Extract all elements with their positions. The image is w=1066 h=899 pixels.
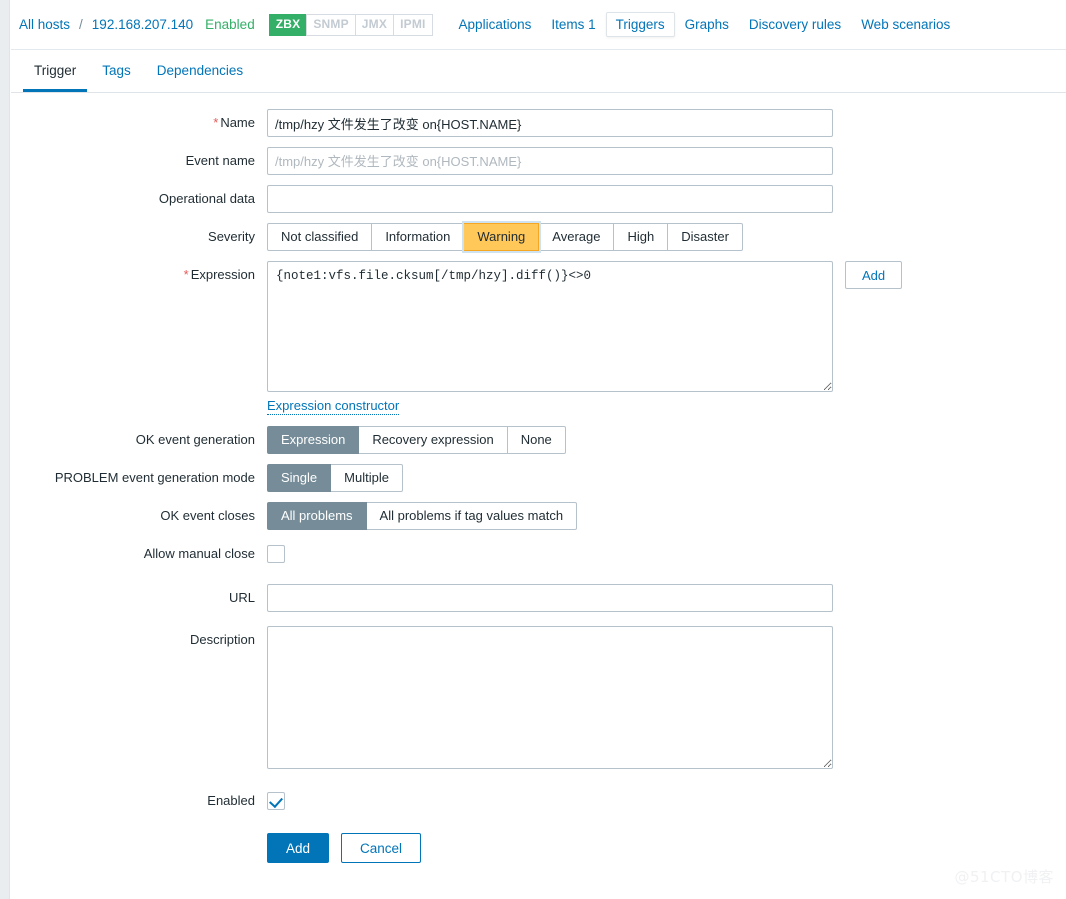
row-event-name: Event name [11, 147, 1066, 175]
problem-event-generation-mode-selector: Single Multiple [267, 464, 403, 492]
label-ok-event-closes: OK event closes [160, 508, 255, 523]
ok-event-closes-option-tag-values-match[interactable]: All problems if tag values match [366, 502, 578, 530]
severity-selector: Not classified Information Warning Avera… [267, 223, 743, 251]
row-ok-event-closes: OK event closes All problems All problem… [11, 502, 1066, 530]
description-textarea[interactable] [267, 626, 833, 769]
form-tabs: Trigger Tags Dependencies [11, 50, 1066, 93]
label-description: Description [189, 632, 255, 647]
expression-add-button[interactable]: Add [845, 261, 903, 289]
expression-constructor-link[interactable]: Expression constructor [267, 398, 400, 415]
problem-event-mode-option-single[interactable]: Single [267, 464, 332, 492]
ok-event-generation-option-recovery-expression[interactable]: Recovery expression [359, 426, 508, 454]
expression-textarea[interactable] [267, 261, 833, 392]
ok-event-closes-selector: All problems All problems if tag values … [267, 502, 578, 530]
breadcrumb-host[interactable]: 192.168.207.140 [90, 13, 195, 36]
url-input[interactable] [267, 584, 833, 612]
nav-tab-graphs[interactable]: Graphs [675, 12, 739, 37]
label-expression: * Expression [183, 267, 255, 282]
row-expression-constructor: Expression constructor [11, 398, 1066, 415]
severity-option-not-classified[interactable]: Not classified [267, 223, 373, 251]
label-event-name: Event name [185, 153, 255, 168]
breadcrumb-separator: / [79, 17, 83, 32]
row-form-actions: Add Cancel [11, 815, 1066, 863]
nav-tab-web-scenarios[interactable]: Web scenarios [851, 12, 960, 37]
label-name: * Name [213, 115, 255, 130]
tab-trigger[interactable]: Trigger [23, 63, 88, 92]
label-problem-event-generation-mode: PROBLEM event generation mode [54, 470, 255, 485]
name-input[interactable] [267, 109, 833, 137]
label-ok-event-generation: OK event generation [135, 432, 255, 447]
entity-nav-tabs: Applications Items 1 Triggers Graphs Dis… [449, 12, 961, 37]
label-operational-data: Operational data [158, 191, 255, 206]
page-container: All hosts / 192.168.207.140 Enabled ZBX … [11, 0, 1066, 899]
ok-event-generation-option-none[interactable]: None [507, 426, 566, 454]
required-marker-expression: * [183, 267, 189, 282]
left-gutter [0, 0, 10, 899]
row-ok-event-generation: OK event generation Expression Recovery … [11, 426, 1066, 454]
ok-event-generation-selector: Expression Recovery expression None [267, 426, 566, 454]
row-allow-manual-close: Allow manual close [11, 540, 1066, 568]
severity-option-information[interactable]: Information [372, 223, 465, 251]
badge-snmp[interactable]: SNMP [306, 13, 356, 36]
tab-tags[interactable]: Tags [91, 63, 142, 92]
ok-event-generation-option-expression[interactable]: Expression [267, 426, 360, 454]
watermark: @51CTO博客 [954, 868, 1054, 886]
event-name-input[interactable] [267, 147, 833, 175]
interface-badges: ZBX SNMP JMX IPMI [268, 13, 433, 36]
row-description: Description [11, 626, 1066, 769]
label-enabled: Enabled [207, 793, 255, 808]
badge-jmx[interactable]: JMX [354, 13, 395, 36]
nav-tab-discovery-rules[interactable]: Discovery rules [739, 12, 851, 37]
label-url: URL [228, 590, 255, 605]
badge-ipmi[interactable]: IPMI [393, 13, 433, 36]
severity-option-warning[interactable]: Warning [464, 223, 540, 251]
tab-dependencies[interactable]: Dependencies [146, 63, 254, 92]
severity-option-high[interactable]: High [614, 223, 669, 251]
problem-event-mode-option-multiple[interactable]: Multiple [331, 464, 403, 492]
trigger-form: *Name Event name Operational data Severi… [11, 93, 1066, 863]
top-navigation-bar: All hosts / 192.168.207.140 Enabled ZBX … [11, 0, 1066, 50]
row-operational-data: Operational data [11, 185, 1066, 213]
submit-button[interactable]: Add [267, 833, 330, 863]
row-problem-event-generation-mode: PROBLEM event generation mode Single Mul… [11, 464, 1066, 492]
row-severity: Severity Not classified Information Warn… [11, 223, 1066, 251]
allow-manual-close-checkbox[interactable] [267, 545, 285, 563]
enabled-checkbox[interactable] [267, 792, 285, 810]
ok-event-closes-option-all-problems[interactable]: All problems [267, 502, 367, 530]
label-spacer-constructor [11, 398, 267, 415]
row-url: URL [11, 584, 1066, 612]
operational-data-input[interactable] [267, 185, 833, 213]
cancel-button[interactable]: Cancel [341, 833, 422, 863]
row-name: * Name [11, 109, 1066, 137]
form-action-buttons: Add Cancel [267, 833, 422, 863]
badge-zbx[interactable]: ZBX [268, 13, 308, 36]
required-marker-name: * [213, 115, 219, 130]
row-enabled: Enabled [11, 787, 1066, 815]
nav-tab-items[interactable]: Items 1 [541, 12, 605, 37]
breadcrumb-all-hosts[interactable]: All hosts [17, 13, 72, 36]
row-expression: *Expression Add [11, 261, 1066, 392]
severity-option-disaster[interactable]: Disaster [668, 223, 743, 251]
severity-option-average[interactable]: Average [539, 223, 615, 251]
nav-tab-triggers[interactable]: Triggers [605, 12, 675, 37]
label-allow-manual-close: Allow manual close [143, 546, 255, 561]
nav-tab-applications[interactable]: Applications [449, 12, 542, 37]
label-severity: Severity [208, 229, 255, 244]
host-status-enabled[interactable]: Enabled [205, 17, 255, 32]
